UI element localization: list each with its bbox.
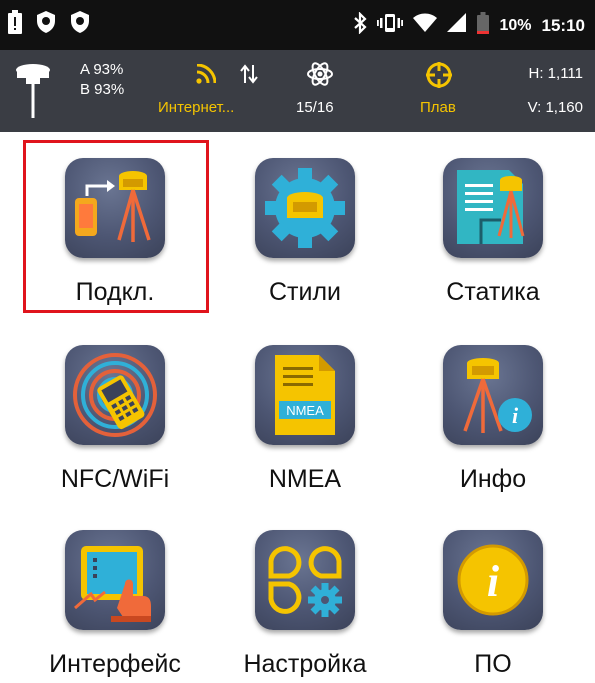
info-icon[interactable]: i xyxy=(443,345,543,445)
app-static[interactable]: Статика xyxy=(398,158,588,338)
app-label: ПО xyxy=(474,650,512,678)
nmea-badge-text: NMEA xyxy=(286,403,324,418)
app-nfc-wifi[interactable]: NFC/WiFi xyxy=(20,345,210,525)
settings-icon[interactable] xyxy=(255,530,355,630)
horizontal-precision: H: 1,111 xyxy=(528,65,583,82)
app-label: Настройка xyxy=(243,650,367,678)
gnss-status-bar: A 93% B 93% Интернет... 15/16 Плав H: 1,… xyxy=(0,50,595,132)
app-settings[interactable]: Настройка xyxy=(210,530,400,683)
connect-icon[interactable] xyxy=(65,158,165,258)
bluetooth-icon xyxy=(353,11,368,39)
vertical-precision: V: 1,160 xyxy=(527,99,583,116)
app-label: NFC/WiFi xyxy=(60,465,170,493)
firmware-icon[interactable]: i xyxy=(443,530,543,630)
app-styles[interactable]: Стили xyxy=(210,158,400,338)
app-label: Инфо xyxy=(459,465,527,493)
wifi-icon xyxy=(413,13,438,38)
svg-text:i: i xyxy=(487,557,500,606)
satellite-count[interactable]: 15/16 xyxy=(296,98,334,118)
crosshair-icon xyxy=(424,60,454,95)
shield-icon xyxy=(36,10,56,39)
app-connect[interactable]: Подкл. xyxy=(20,158,210,338)
rss-icon xyxy=(196,63,217,89)
app-label: NMEA xyxy=(268,465,342,493)
svg-text:i: i xyxy=(512,403,519,428)
interface-icon[interactable] xyxy=(65,530,165,630)
status-bar: 10% 15:10 xyxy=(0,0,595,50)
solution-mode[interactable]: Плав xyxy=(420,98,456,118)
app-label: Статика xyxy=(446,278,540,306)
clock: 15:10 xyxy=(541,15,585,35)
battery-low-icon xyxy=(477,12,490,39)
app-label: Интерфейс xyxy=(49,650,181,678)
app-firmware[interactable]: i ПО xyxy=(398,530,588,683)
signal-icon xyxy=(447,13,467,38)
styles-icon[interactable] xyxy=(255,158,355,258)
battery-icon xyxy=(8,10,22,39)
app-label: Стили xyxy=(268,278,342,306)
data-transfer-icon xyxy=(240,64,258,89)
shield-icon xyxy=(70,10,90,39)
app-label: Подкл. xyxy=(75,278,155,306)
receiver-icon[interactable] xyxy=(14,62,52,123)
nmea-icon[interactable]: NMEA xyxy=(255,345,355,445)
vibrate-icon xyxy=(377,12,404,39)
battery-percent: 10% xyxy=(499,16,532,34)
satellite-icon xyxy=(306,60,334,93)
static-icon[interactable] xyxy=(443,158,543,258)
nfc-wifi-icon[interactable] xyxy=(65,345,165,445)
app-info[interactable]: i Инфо xyxy=(398,345,588,525)
app-nmea[interactable]: NMEA NMEA xyxy=(210,345,400,525)
internet-status[interactable]: Интернет... xyxy=(158,98,234,118)
channel-a-level: A 93% xyxy=(80,61,124,78)
channel-b-level: B 93% xyxy=(80,81,125,98)
app-interface[interactable]: Интерфейс xyxy=(20,530,210,683)
